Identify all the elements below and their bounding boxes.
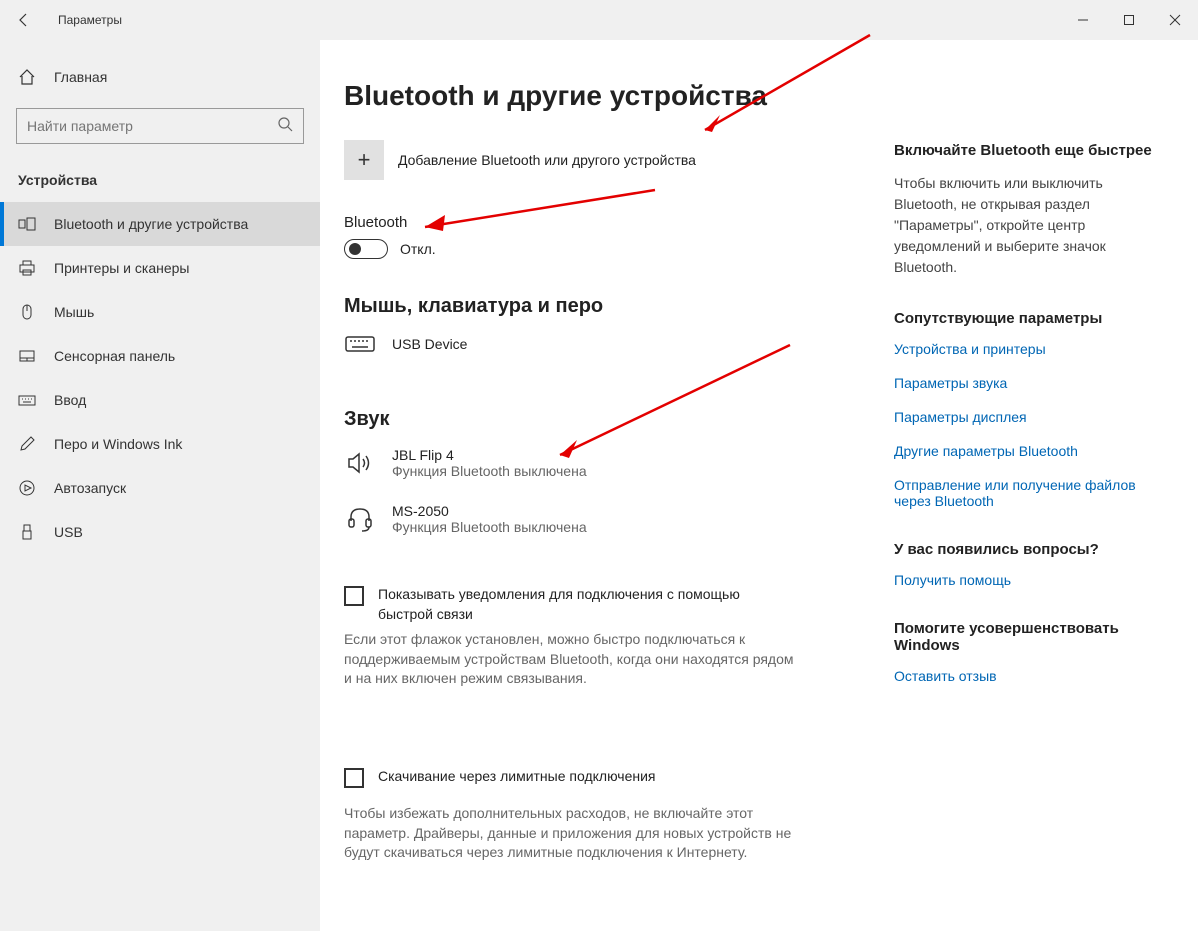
device-status: Функция Bluetooth выключена [392,463,587,479]
tip-title: Включайте Bluetooth еще быстрее [894,142,1154,159]
mouse-icon [18,303,36,321]
section-sound-title: Звук [344,408,874,431]
checkbox-label: Скачивание через лимитные подключения [378,767,655,788]
device-row-keyboard[interactable]: USB Device [344,334,874,354]
nav-item-printers[interactable]: Принтеры и сканеры [0,246,320,290]
window-title: Параметры [48,13,122,27]
search-input[interactable] [27,118,277,134]
related-title: Сопутствующие параметры [894,310,1154,327]
speaker-icon [344,451,376,475]
nav-label: Принтеры и сканеры [54,260,189,276]
home-link[interactable]: Главная [0,58,320,96]
checkbox-description: Чтобы избежать дополнительных расходов, … [344,804,804,863]
checkbox-metered[interactable] [344,768,364,788]
device-row-speaker[interactable]: JBL Flip 4 Функция Bluetooth выключена [344,447,874,479]
nav-label: Мышь [54,304,94,320]
minimize-button[interactable] [1060,0,1106,40]
checkbox-label: Показывать уведомления для подключения с… [378,585,778,624]
nav-item-touchpad[interactable]: Сенсорная панель [0,334,320,378]
link-display-settings[interactable]: Параметры дисплея [894,409,1154,425]
home-icon [18,68,36,86]
touchpad-icon [18,347,36,365]
link-send-receive-bt[interactable]: Отправление или получение файлов через B… [894,477,1154,509]
usb-icon [18,523,36,541]
nav-item-typing[interactable]: Ввод [0,378,320,422]
toggle-knob [349,243,361,255]
link-sound-settings[interactable]: Параметры звука [894,375,1154,391]
sidebar: Главная Устройства Bluetooth и другие ус… [0,40,320,931]
search-icon [277,116,293,137]
nav-label: USB [54,524,83,540]
keyboard-icon [18,391,36,409]
device-row-headset[interactable]: MS-2050 Функция Bluetooth выключена [344,503,874,535]
section-mkp-title: Мышь, клавиатура и перо [344,295,874,318]
side-column: Включайте Bluetooth еще быстрее Чтобы вк… [894,80,1154,931]
window-controls [1060,0,1198,40]
back-button[interactable] [0,0,48,40]
link-devices-printers[interactable]: Устройства и принтеры [894,341,1154,357]
nav-item-bluetooth[interactable]: Bluetooth и другие устройства [0,202,320,246]
pen-icon [18,435,36,453]
add-device-label: Добавление Bluetooth или другого устройс… [398,152,696,168]
tip-body: Чтобы включить или выключить Bluetooth, … [894,173,1154,278]
nav-label: Ввод [54,392,86,408]
headset-icon [344,505,376,533]
maximize-button[interactable] [1106,0,1152,40]
nav-list: Bluetooth и другие устройства Принтеры и… [0,202,320,554]
plus-icon: + [344,140,384,180]
link-feedback[interactable]: Оставить отзыв [894,668,1154,684]
page-title: Bluetooth и другие устройства [344,80,874,112]
nav-label: Автозапуск [54,480,126,496]
device-status: Функция Bluetooth выключена [392,519,587,535]
device-name: USB Device [392,336,467,352]
nav-label: Перо и Windows Ink [54,436,182,452]
link-get-help[interactable]: Получить помощь [894,572,1154,588]
questions-title: У вас появились вопросы? [894,541,1154,558]
bluetooth-toggle[interactable] [344,239,388,259]
add-device-button[interactable]: + Добавление Bluetooth или другого устро… [344,140,874,180]
toggle-state-label: Откл. [400,241,436,257]
main-content: Bluetooth и другие устройства + Добавлен… [320,40,1198,931]
device-name: JBL Flip 4 [392,447,587,463]
nav-label: Сенсорная панель [54,348,175,364]
close-button[interactable] [1152,0,1198,40]
nav-item-pen[interactable]: Перо и Windows Ink [0,422,320,466]
bluetooth-label: Bluetooth [344,214,874,231]
search-box[interactable] [16,108,304,144]
nav-label: Bluetooth и другие устройства [54,216,248,232]
checkbox-description: Если этот флажок установлен, можно быстр… [344,630,804,689]
keyboard-device-icon [344,334,376,354]
nav-item-mouse[interactable]: Мышь [0,290,320,334]
device-name: MS-2050 [392,503,587,519]
bluetooth-devices-icon [18,215,36,233]
nav-item-autoplay[interactable]: Автозапуск [0,466,320,510]
improve-title: Помогите усовершенствовать Windows [894,620,1154,654]
printer-icon [18,259,36,277]
autoplay-icon [18,479,36,497]
link-more-bluetooth[interactable]: Другие параметры Bluetooth [894,443,1154,459]
home-label: Главная [54,69,107,85]
checkbox-swift-pair[interactable] [344,586,364,606]
titlebar: Параметры [0,0,1198,40]
nav-item-usb[interactable]: USB [0,510,320,554]
category-label: Устройства [0,162,320,202]
